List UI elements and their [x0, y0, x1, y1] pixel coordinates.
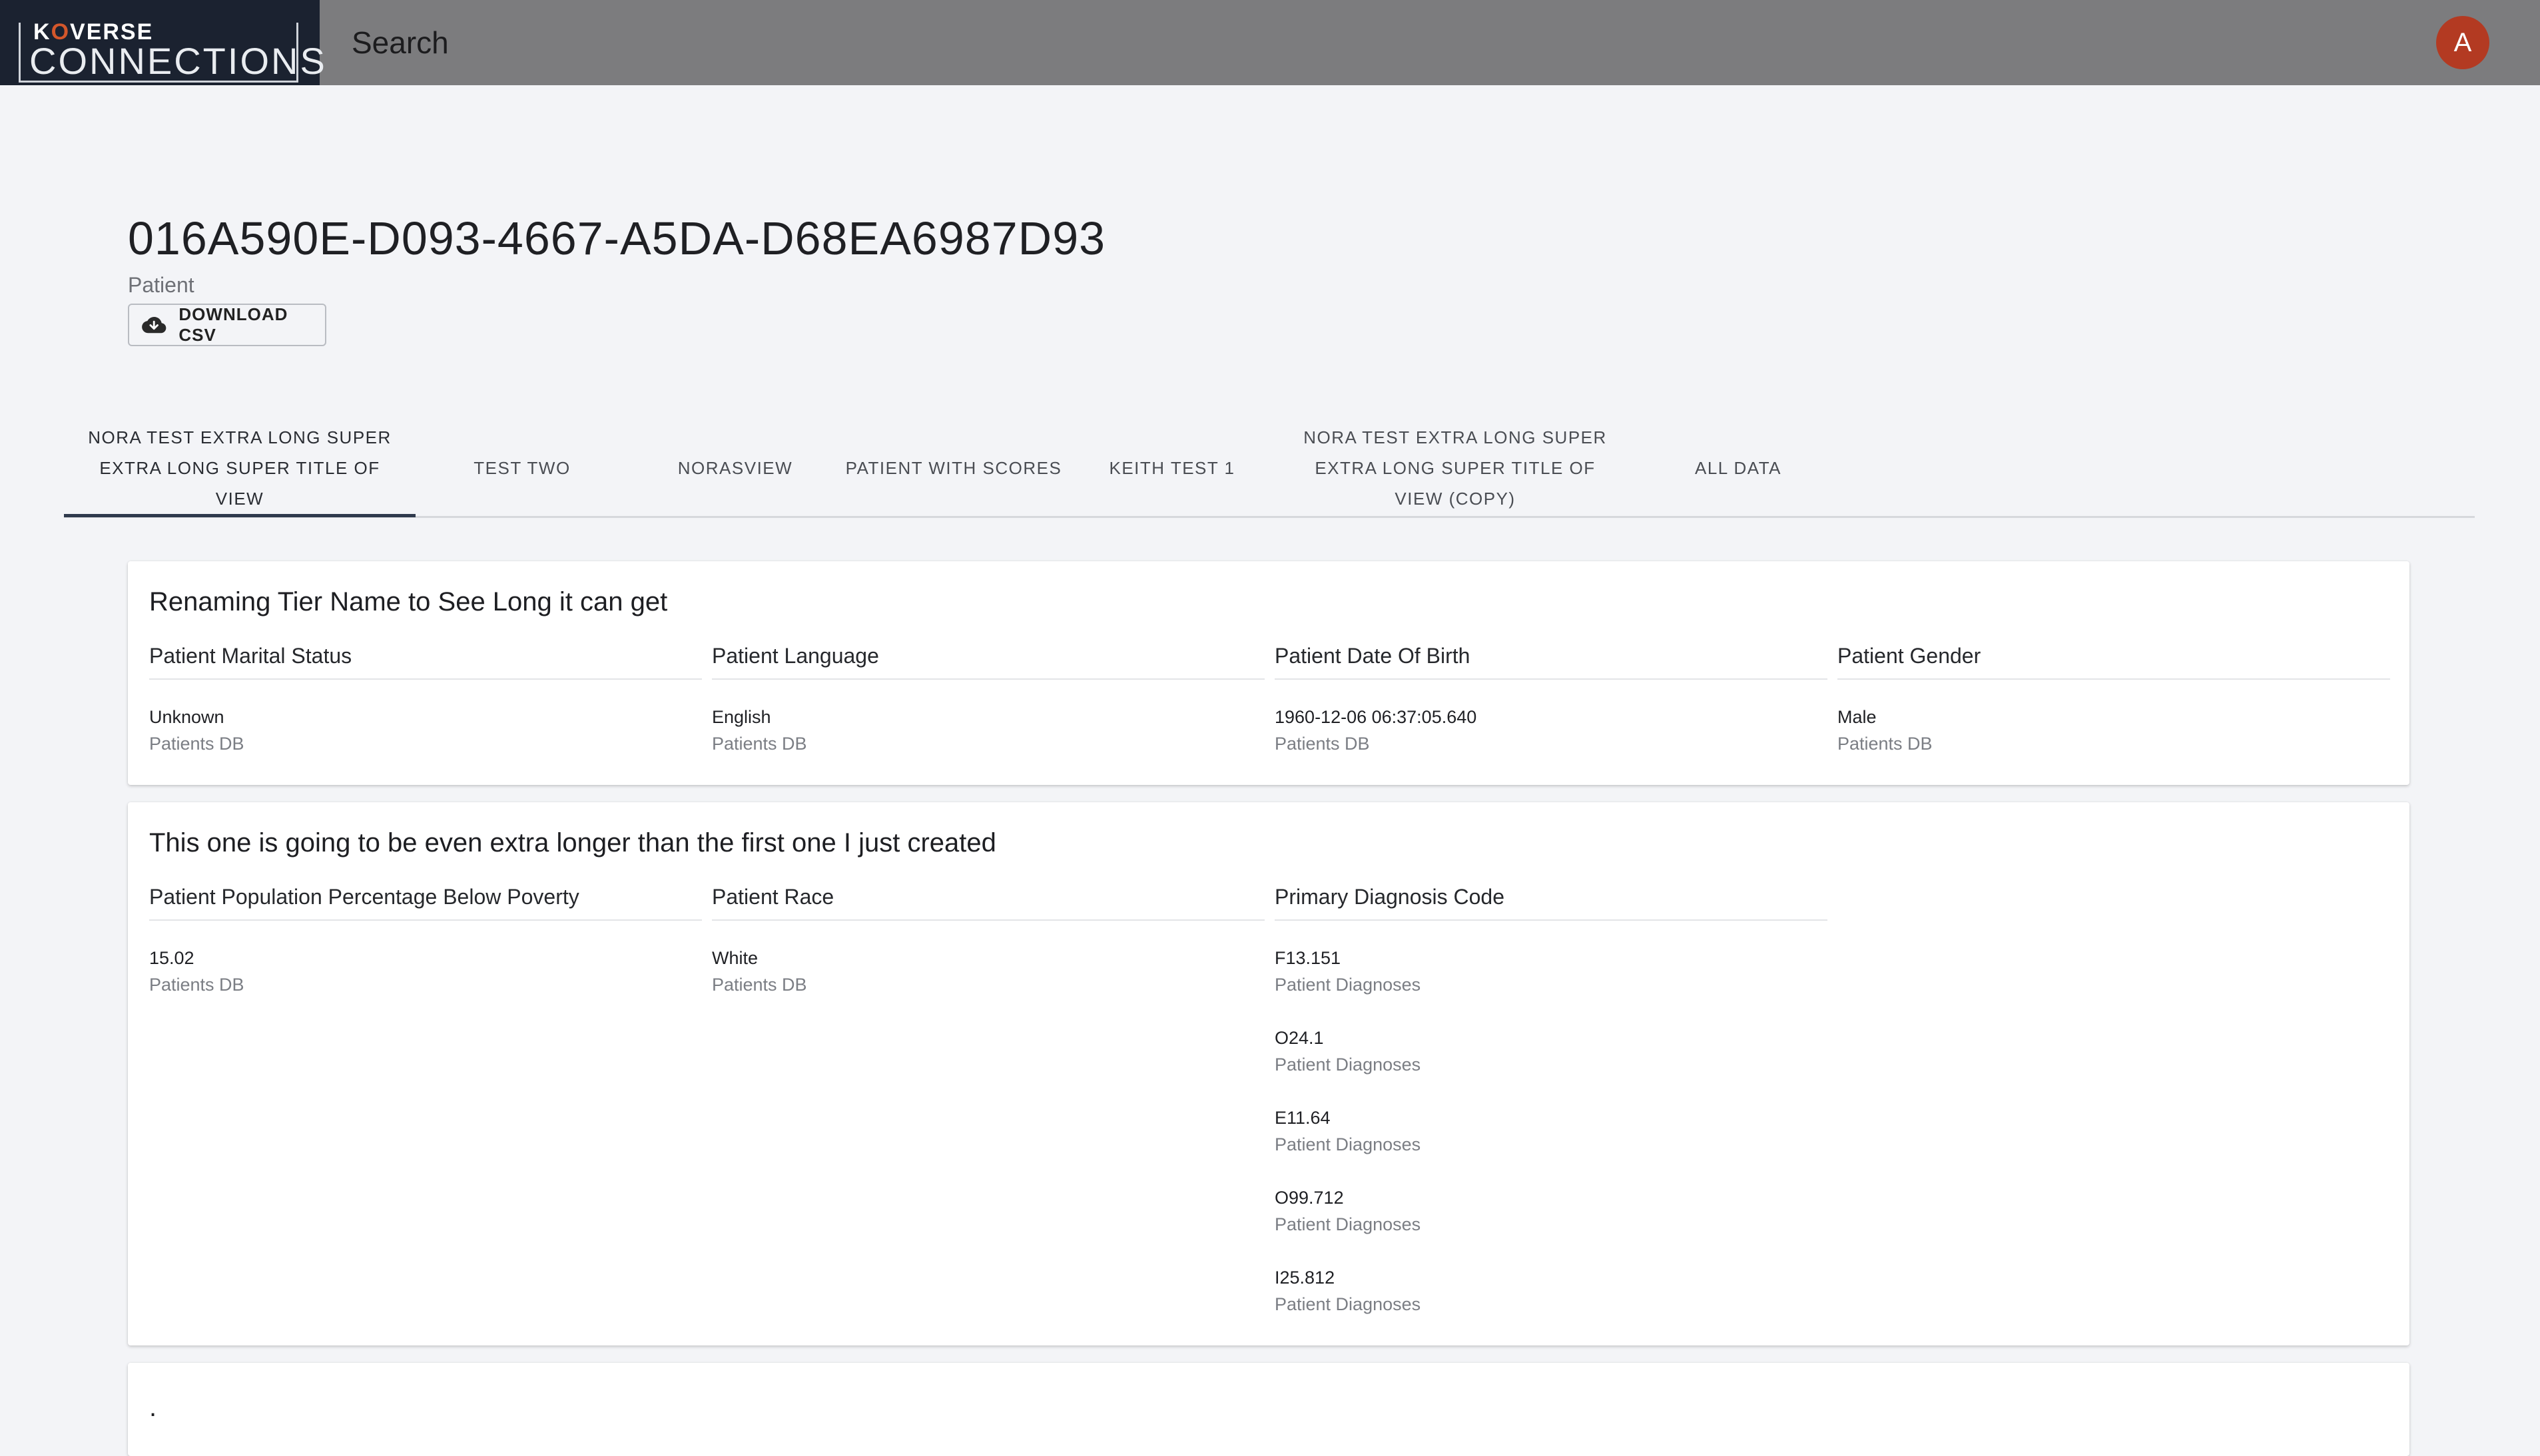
tier-card: . — [128, 1363, 2409, 1456]
tier-title: This one is going to be even extra longe… — [149, 828, 996, 857]
field-value: O99.712 — [1275, 1188, 1344, 1208]
field-entry: O24.1 Patient Diagnoses — [1275, 1025, 1827, 1078]
field-column: Patient Gender Male Patients DB — [1837, 642, 2390, 757]
field-source: Patients DB — [712, 734, 807, 754]
tier-title: Renaming Tier Name to See Long it can ge… — [149, 587, 668, 616]
field-source: Patients DB — [149, 734, 244, 754]
field-value: F13.151 — [1275, 948, 1341, 968]
tier-card: This one is going to be even extra longe… — [128, 802, 2409, 1345]
tab-norasview[interactable]: NORASVIEW — [629, 419, 842, 517]
field-header: Patient Gender — [1837, 642, 2390, 680]
tier-title: . — [149, 1393, 157, 1422]
top-app-bar: KOVERSE CONNECTIONS Search A — [0, 0, 2540, 85]
field-source: Patients DB — [1837, 734, 1933, 754]
cloud-download-icon — [142, 316, 166, 334]
field-source: Patient Diagnoses — [1275, 975, 1421, 995]
field-value: Unknown — [149, 707, 224, 727]
field-column: Patient Marital Status Unknown Patients … — [149, 642, 702, 757]
field-header: Patient Language — [712, 642, 1265, 680]
download-csv-label: DOWNLOAD CSV — [178, 304, 288, 345]
tab-nora-test-copy[interactable]: NORA TEST EXTRA LONG SUPER EXTRA LONG SU… — [1279, 419, 1632, 517]
search-link[interactable]: Search — [352, 25, 449, 60]
app-logo[interactable]: KOVERSE CONNECTIONS — [0, 0, 327, 85]
field-value: 1960-12-06 06:37:05.640 — [1275, 707, 1477, 727]
field-source: Patients DB — [1275, 734, 1370, 754]
field-column: Patient Date Of Birth 1960-12-06 06:37:0… — [1275, 642, 1827, 757]
tab-label: KEITH TEST 1 — [1109, 458, 1235, 478]
field-source: Patients DB — [149, 975, 244, 995]
field-entry: 1960-12-06 06:37:05.640 Patients DB — [1275, 704, 1827, 757]
field-header: Patient Population Percentage Below Pove… — [149, 883, 702, 921]
field-entry: English Patients DB — [712, 704, 1265, 757]
field-value: I25.812 — [1275, 1268, 1335, 1288]
field-value: 15.02 — [149, 948, 194, 968]
field-column: Patient Race White Patients DB — [712, 883, 1265, 998]
user-avatar[interactable]: A — [2436, 16, 2489, 69]
field-value: E11.64 — [1275, 1108, 1331, 1128]
page-title: 016A590E-D093-4667-A5DA-D68EA6987D93 — [128, 212, 1106, 264]
field-value: English — [712, 707, 771, 727]
field-source: Patient Diagnoses — [1275, 1214, 1421, 1234]
field-column: Patient Language English Patients DB — [712, 642, 1265, 757]
download-csv-button[interactable]: DOWNLOAD CSV — [128, 304, 326, 346]
tab-label: NORA TEST EXTRA LONG SUPER EXTRA LONG SU… — [1303, 427, 1607, 509]
tab-label: NORASVIEW — [677, 458, 793, 478]
tab-patient-with-scores[interactable]: PATIENT WITH SCORES — [842, 419, 1066, 517]
tab-label: NORA TEST EXTRA LONG SUPER EXTRA LONG SU… — [88, 427, 392, 509]
tab-all-data[interactable]: ALL DATA — [1632, 419, 1845, 517]
field-source: Patient Diagnoses — [1275, 1134, 1421, 1154]
field-header: Patient Race — [712, 883, 1265, 921]
field-value: O24.1 — [1275, 1028, 1324, 1048]
tab-nora-test-extra-long[interactable]: NORA TEST EXTRA LONG SUPER EXTRA LONG SU… — [64, 419, 416, 517]
field-source: Patient Diagnoses — [1275, 1294, 1421, 1314]
tab-test-two[interactable]: TEST TWO — [416, 419, 629, 517]
field-header: Patient Date Of Birth — [1275, 642, 1827, 680]
field-source: Patients DB — [712, 975, 807, 995]
field-source: Patient Diagnoses — [1275, 1055, 1421, 1075]
field-column: Patient Population Percentage Below Pove… — [149, 883, 702, 998]
page-subtitle: Patient — [128, 273, 194, 297]
field-column: Primary Diagnosis Code F13.151 Patient D… — [1275, 883, 1827, 1318]
field-header: Patient Marital Status — [149, 642, 702, 680]
field-entry: 15.02 Patients DB — [149, 945, 702, 998]
tab-label: PATIENT WITH SCORES — [845, 458, 1062, 478]
tab-keith-test-1[interactable]: KEITH TEST 1 — [1066, 419, 1279, 517]
field-entry: Male Patients DB — [1837, 704, 2390, 757]
field-entry: White Patients DB — [712, 945, 1265, 998]
field-value: Male — [1837, 707, 1877, 727]
tier-card: Renaming Tier Name to See Long it can ge… — [128, 561, 2409, 785]
active-tab-indicator — [64, 514, 416, 517]
field-entry: I25.812 Patient Diagnoses — [1275, 1264, 1827, 1318]
field-entry: Unknown Patients DB — [149, 704, 702, 757]
tab-label: TEST TWO — [474, 458, 571, 478]
logo-wordmark-main: CONNECTIONS — [29, 40, 327, 82]
field-entry: F13.151 Patient Diagnoses — [1275, 945, 1827, 998]
field-value: White — [712, 948, 759, 968]
field-header: Primary Diagnosis Code — [1275, 883, 1827, 921]
field-entry: E11.64 Patient Diagnoses — [1275, 1104, 1827, 1158]
tab-label: ALL DATA — [1694, 458, 1781, 478]
field-entry: O99.712 Patient Diagnoses — [1275, 1184, 1827, 1238]
